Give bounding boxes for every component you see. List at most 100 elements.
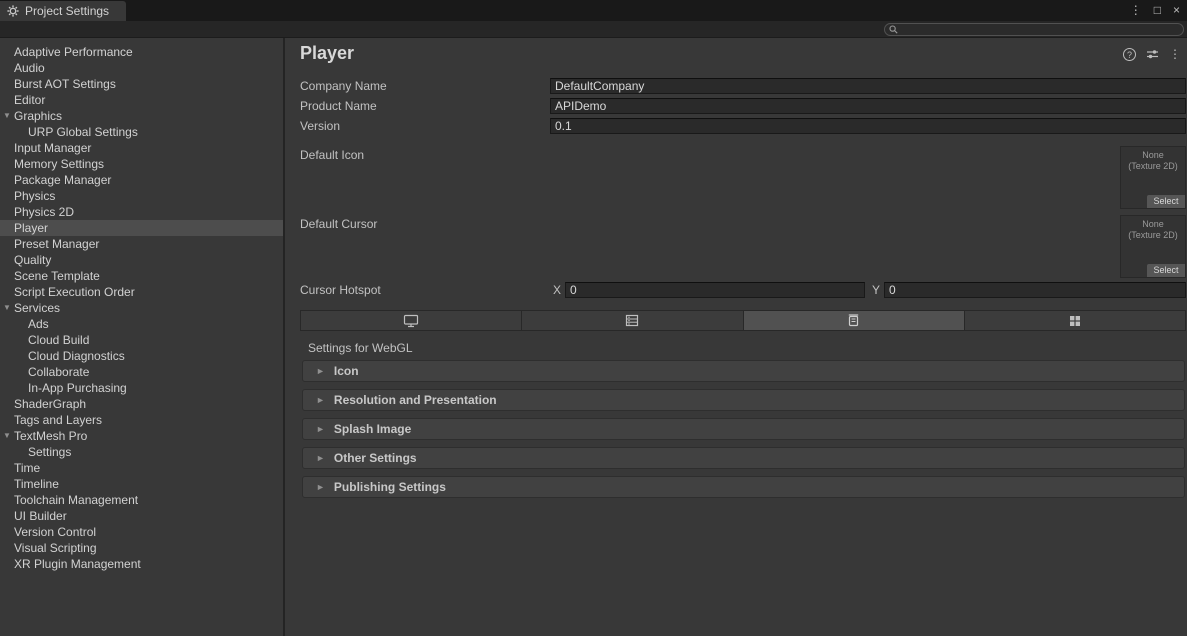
sidebar-item-visual-scripting[interactable]: Visual Scripting: [0, 540, 283, 556]
sidebar-item-label: Editor: [14, 93, 45, 107]
sidebar-item-scene-template[interactable]: Scene Template: [0, 268, 283, 284]
company-name-field[interactable]: [550, 78, 1186, 94]
search-input[interactable]: [901, 24, 1183, 35]
foldout-collapsed-icon: ►: [316, 453, 325, 463]
sidebar-item-time[interactable]: Time: [0, 460, 283, 476]
default-cursor-object-picker[interactable]: None (Texture 2D) Select: [1120, 215, 1186, 278]
section-label: Publishing Settings: [334, 480, 446, 494]
gear-icon: [7, 5, 19, 17]
settings-category-list: Adaptive Performance Audio Burst AOT Set…: [0, 38, 285, 636]
sidebar-item-timeline[interactable]: Timeline: [0, 476, 283, 492]
window-tab-project-settings[interactable]: Project Settings: [0, 1, 126, 21]
platform-tab-server[interactable]: [522, 311, 743, 330]
close-icon[interactable]: ×: [1173, 0, 1180, 21]
object-picker-value: None (Texture 2D): [1121, 147, 1185, 172]
player-settings-panel: Player ? ⋮ Company Name Product Name Ver…: [287, 38, 1187, 636]
sidebar-item-textmeshpro-settings[interactable]: Settings: [0, 444, 283, 460]
sidebar-item-burst-aot-settings[interactable]: Burst AOT Settings: [0, 76, 283, 92]
section-publishing-settings[interactable]: ► Publishing Settings: [302, 476, 1185, 498]
sidebar-item-input-manager[interactable]: Input Manager: [0, 140, 283, 156]
sidebar-item-services[interactable]: ▼Services: [0, 300, 283, 316]
sidebar-item-cloud-build[interactable]: Cloud Build: [0, 332, 283, 348]
sidebar-item-label: Script Execution Order: [14, 285, 135, 299]
hotspot-x-field[interactable]: [565, 282, 865, 298]
foldout-open-icon[interactable]: ▼: [3, 300, 11, 316]
section-resolution-and-presentation[interactable]: ► Resolution and Presentation: [302, 389, 1185, 411]
sidebar-item-tags-and-layers[interactable]: Tags and Layers: [0, 412, 283, 428]
sidebar-item-label: Audio: [14, 61, 45, 75]
search-box[interactable]: [884, 23, 1184, 36]
titlebar: Project Settings ⋮ □ ×: [0, 0, 1187, 21]
panel-menu-icon[interactable]: ⋮: [1169, 47, 1181, 61]
sidebar-item-ads[interactable]: Ads: [0, 316, 283, 332]
platform-tab-windows-store[interactable]: [965, 311, 1185, 330]
sidebar-item-label: Physics: [14, 189, 55, 203]
sidebar-item-ui-builder[interactable]: UI Builder: [0, 508, 283, 524]
platform-tab-webgl[interactable]: [744, 311, 965, 330]
product-name-label: Product Name: [300, 98, 377, 114]
sidebar-item-label: ShaderGraph: [14, 397, 86, 411]
sidebar-item-collaborate[interactable]: Collaborate: [0, 364, 283, 380]
sidebar-item-cloud-diagnostics[interactable]: Cloud Diagnostics: [0, 348, 283, 364]
company-name-label: Company Name: [300, 78, 387, 94]
default-icon-label: Default Icon: [300, 147, 364, 163]
sidebar-item-memory-settings[interactable]: Memory Settings: [0, 156, 283, 172]
sidebar-item-textmesh-pro[interactable]: ▼TextMesh Pro: [0, 428, 283, 444]
windows-icon: [1069, 315, 1081, 327]
sidebar-item-quality[interactable]: Quality: [0, 252, 283, 268]
platform-tab-standalone[interactable]: [301, 311, 522, 330]
section-splash-image[interactable]: ► Splash Image: [302, 418, 1185, 440]
sidebar-item-label: TextMesh Pro: [14, 429, 87, 443]
sidebar-item-script-execution-order[interactable]: Script Execution Order: [0, 284, 283, 300]
sidebar-item-label: Burst AOT Settings: [14, 77, 116, 91]
maximize-icon[interactable]: □: [1154, 0, 1161, 21]
sidebar-item-label: Time: [14, 461, 40, 475]
foldout-collapsed-icon: ►: [316, 395, 325, 405]
foldout-open-icon[interactable]: ▼: [3, 428, 11, 444]
sidebar-item-physics-2d[interactable]: Physics 2D: [0, 204, 283, 220]
version-field[interactable]: [550, 118, 1186, 134]
sidebar-item-package-manager[interactable]: Package Manager: [0, 172, 283, 188]
sidebar-item-label: Player: [14, 221, 48, 235]
sidebar-item-label: Tags and Layers: [14, 413, 102, 427]
sidebar-item-physics[interactable]: Physics: [0, 188, 283, 204]
sidebar-item-adaptive-performance[interactable]: Adaptive Performance: [0, 44, 283, 60]
sidebar-item-xr-plugin-management[interactable]: XR Plugin Management: [0, 556, 283, 572]
sidebar-item-label: Cloud Diagnostics: [28, 349, 125, 363]
sidebar-item-player[interactable]: Player: [0, 220, 283, 236]
default-cursor-select-button[interactable]: Select: [1147, 264, 1185, 277]
help-icon[interactable]: ?: [1123, 48, 1136, 61]
section-label: Other Settings: [334, 451, 417, 465]
sidebar-item-graphics[interactable]: ▼Graphics: [0, 108, 283, 124]
hotspot-y-field[interactable]: [884, 282, 1186, 298]
sidebar-item-editor[interactable]: Editor: [0, 92, 283, 108]
default-cursor-label: Default Cursor: [300, 216, 377, 232]
window-menu-icon[interactable]: ⋮: [1130, 0, 1142, 21]
sidebar-item-label: Preset Manager: [14, 237, 99, 251]
sidebar-item-toolchain-management[interactable]: Toolchain Management: [0, 492, 283, 508]
sidebar-item-label: Timeline: [14, 477, 59, 491]
sidebar-item-version-control[interactable]: Version Control: [0, 524, 283, 540]
section-other-settings[interactable]: ► Other Settings: [302, 447, 1185, 469]
sidebar-item-shadergraph[interactable]: ShaderGraph: [0, 396, 283, 412]
sidebar-item-preset-manager[interactable]: Preset Manager: [0, 236, 283, 252]
sidebar-item-label: Visual Scripting: [14, 541, 97, 555]
product-name-field[interactable]: [550, 98, 1186, 114]
sidebar-item-audio[interactable]: Audio: [0, 60, 283, 76]
settings-for-header: Settings for WebGL: [308, 341, 413, 355]
default-icon-select-button[interactable]: Select: [1147, 195, 1185, 208]
sidebar-item-label: Input Manager: [14, 141, 91, 155]
foldout-open-icon[interactable]: ▼: [3, 108, 11, 124]
monitor-icon: [403, 314, 419, 328]
sidebar-item-label: Ads: [28, 317, 49, 331]
sidebar-item-label: Package Manager: [14, 173, 111, 187]
sidebar-item-label: Graphics: [14, 109, 62, 123]
default-icon-object-picker[interactable]: None (Texture 2D) Select: [1120, 146, 1186, 209]
sidebar-item-label: XR Plugin Management: [14, 557, 141, 571]
sidebar-item-label: Cloud Build: [28, 333, 89, 347]
sidebar-item-in-app-purchasing[interactable]: In-App Purchasing: [0, 380, 283, 396]
section-icon[interactable]: ► Icon: [302, 360, 1185, 382]
preset-icon[interactable]: [1146, 48, 1159, 60]
sidebar-item-urp-global-settings[interactable]: URP Global Settings: [0, 124, 283, 140]
sidebar-item-label: Adaptive Performance: [14, 45, 133, 59]
